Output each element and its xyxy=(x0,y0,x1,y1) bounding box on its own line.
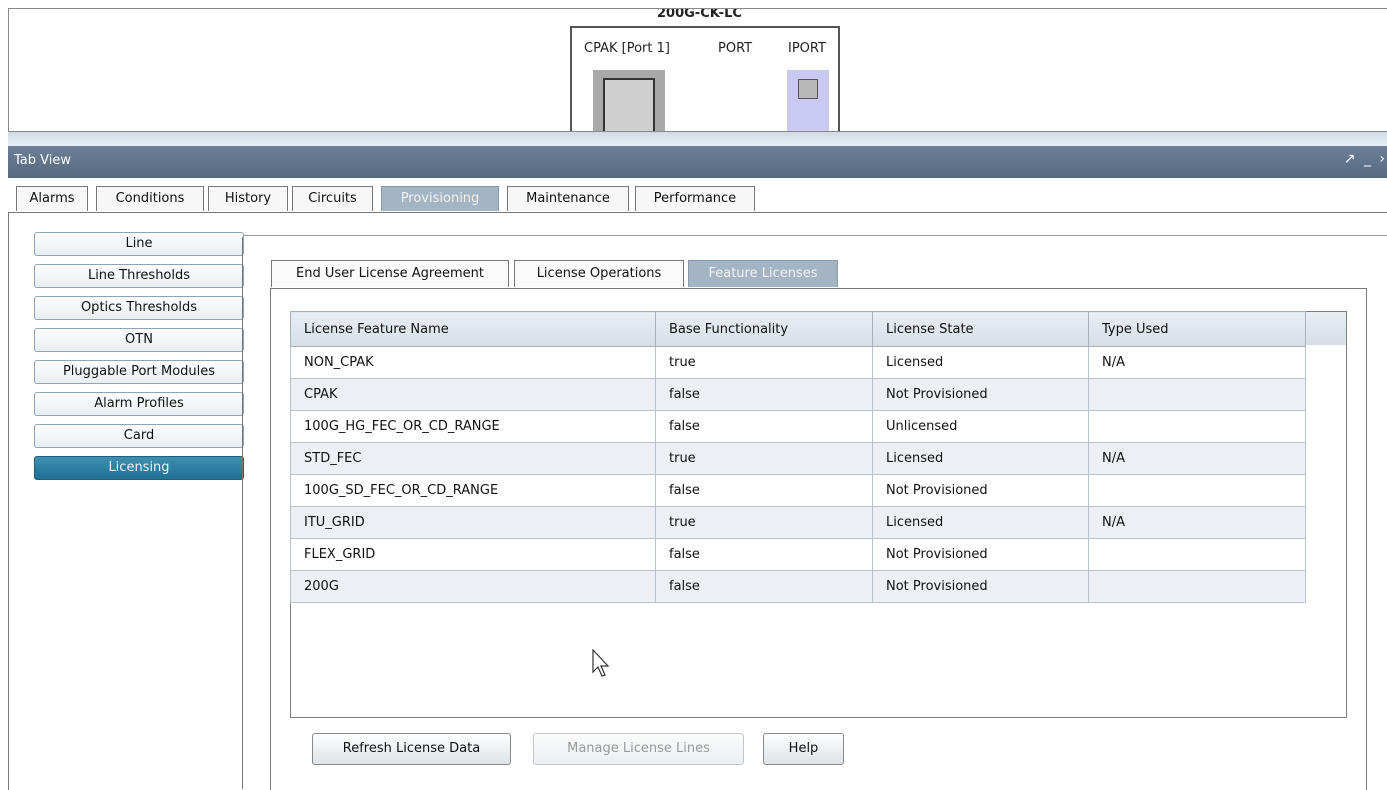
cell-license-state: Not Provisioned xyxy=(872,538,1089,571)
nav-line-thresholds[interactable]: Line Thresholds xyxy=(34,264,244,288)
undock-icon[interactable]: ↗ xyxy=(1344,151,1356,167)
tab-provisioning[interactable]: Provisioning xyxy=(381,186,499,211)
column-header-license-state[interactable]: License State xyxy=(872,311,1089,347)
mouse-cursor-icon xyxy=(592,649,610,677)
cell-license-state: Licensed xyxy=(872,506,1089,539)
cell-type-used xyxy=(1088,410,1306,443)
tab-view-title: Tab View xyxy=(14,153,71,168)
port-label-iport: IPORT xyxy=(788,41,826,56)
table-header-filler xyxy=(1305,312,1346,345)
cell-base-functionality: false xyxy=(655,474,873,507)
cpak-port-module xyxy=(603,78,655,131)
cell-feature-name: 100G_SD_FEC_OR_CD_RANGE xyxy=(290,474,656,507)
card-title: 200G-CK-LC xyxy=(657,8,742,21)
nav-licensing[interactable]: Licensing xyxy=(34,456,244,480)
column-header-type-used[interactable]: Type Used xyxy=(1088,311,1306,347)
table-row[interactable]: NON_CPAK true Licensed N/A xyxy=(290,346,1306,379)
manage-license-lines-button[interactable]: Manage License Lines xyxy=(533,733,744,765)
cell-base-functionality: true xyxy=(655,506,873,539)
cell-base-functionality: false xyxy=(655,410,873,443)
table-row[interactable]: FLEX_GRID false Not Provisioned xyxy=(290,538,1306,571)
tab-performance[interactable]: Performance xyxy=(635,186,755,211)
license-table: License Feature Name Base Functionality … xyxy=(290,311,1306,603)
cell-license-state: Not Provisioned xyxy=(872,474,1089,507)
nav-optics-thresholds[interactable]: Optics Thresholds xyxy=(34,296,244,320)
nav-alarm-profiles[interactable]: Alarm Profiles xyxy=(34,392,244,416)
tab-feature-licenses[interactable]: Feature Licenses xyxy=(688,260,838,287)
table-row[interactable]: ITU_GRID true Licensed N/A xyxy=(290,506,1306,539)
nav-pluggable-port-modules[interactable]: Pluggable Port Modules xyxy=(34,360,244,384)
minimize-icon[interactable]: _ xyxy=(1364,151,1371,167)
refresh-license-data-button[interactable]: Refresh License Data xyxy=(312,733,511,765)
cell-type-used xyxy=(1088,570,1306,603)
tab-view-header: Tab View ↗ _ › xyxy=(8,146,1387,178)
tab-license-operations[interactable]: License Operations xyxy=(514,260,684,287)
cell-type-used: N/A xyxy=(1088,442,1306,475)
cpak-port-slot[interactable] xyxy=(593,70,665,131)
column-header-feature-name[interactable]: License Feature Name xyxy=(290,311,656,347)
tab-history[interactable]: History xyxy=(208,186,288,211)
iport-slot[interactable] xyxy=(787,70,829,131)
iport-connector xyxy=(798,79,818,99)
column-header-base-functionality[interactable]: Base Functionality xyxy=(655,311,873,347)
cell-feature-name: 200G xyxy=(290,570,656,603)
main-tab-strip: Alarms Conditions History Circuits Provi… xyxy=(8,186,1387,212)
cell-license-state: Unlicensed xyxy=(872,410,1089,443)
cell-license-state: Not Provisioned xyxy=(872,378,1089,411)
card-view-panel: 200G-CK-LC CPAK [Port 1] PORT IPORT xyxy=(8,8,1387,132)
cell-feature-name: ITU_GRID xyxy=(290,506,656,539)
nav-line[interactable]: Line xyxy=(34,232,244,256)
cell-license-state: Not Provisioned xyxy=(872,570,1089,603)
pane-splitter[interactable] xyxy=(8,132,1387,146)
cell-feature-name: NON_CPAK xyxy=(290,346,656,379)
tab-alarms[interactable]: Alarms xyxy=(16,186,88,211)
nav-otn[interactable]: OTN xyxy=(34,328,244,352)
tab-circuits[interactable]: Circuits xyxy=(292,186,373,211)
cell-base-functionality: true xyxy=(655,442,873,475)
tab-maintenance[interactable]: Maintenance xyxy=(507,186,629,211)
cell-base-functionality: false xyxy=(655,570,873,603)
cell-license-state: Licensed xyxy=(872,442,1089,475)
table-row[interactable]: CPAK false Not Provisioned xyxy=(290,378,1306,411)
cell-feature-name: STD_FEC xyxy=(290,442,656,475)
table-row[interactable]: 100G_SD_FEC_OR_CD_RANGE false Not Provis… xyxy=(290,474,1306,507)
table-row[interactable]: STD_FEC true Licensed N/A xyxy=(290,442,1306,475)
tab-conditions[interactable]: Conditions xyxy=(96,186,204,211)
cell-type-used xyxy=(1088,538,1306,571)
nav-card[interactable]: Card xyxy=(34,424,244,448)
cell-feature-name: CPAK xyxy=(290,378,656,411)
port-label-cpak: CPAK [Port 1] xyxy=(584,41,670,56)
cell-type-used: N/A xyxy=(1088,506,1306,539)
cell-license-state: Licensed xyxy=(872,346,1089,379)
nav-divider xyxy=(242,237,243,789)
expand-icon[interactable]: › xyxy=(1379,151,1385,167)
table-row[interactable]: 100G_HG_FEC_OR_CD_RANGE false Unlicensed xyxy=(290,410,1306,443)
cell-base-functionality: true xyxy=(655,346,873,379)
table-row[interactable]: 200G false Not Provisioned xyxy=(290,570,1306,603)
cell-feature-name: FLEX_GRID xyxy=(290,538,656,571)
cell-type-used: N/A xyxy=(1088,346,1306,379)
cell-type-used xyxy=(1088,378,1306,411)
cell-base-functionality: false xyxy=(655,378,873,411)
content-top-border xyxy=(243,235,1387,236)
cell-feature-name: 100G_HG_FEC_OR_CD_RANGE xyxy=(290,410,656,443)
port-label-port: PORT xyxy=(718,41,753,56)
tab-end-user-license-agreement[interactable]: End User License Agreement xyxy=(271,260,509,287)
card-graphic: CPAK [Port 1] PORT IPORT xyxy=(570,26,840,131)
cell-type-used xyxy=(1088,474,1306,507)
help-button[interactable]: Help xyxy=(763,733,844,765)
cell-base-functionality: false xyxy=(655,538,873,571)
